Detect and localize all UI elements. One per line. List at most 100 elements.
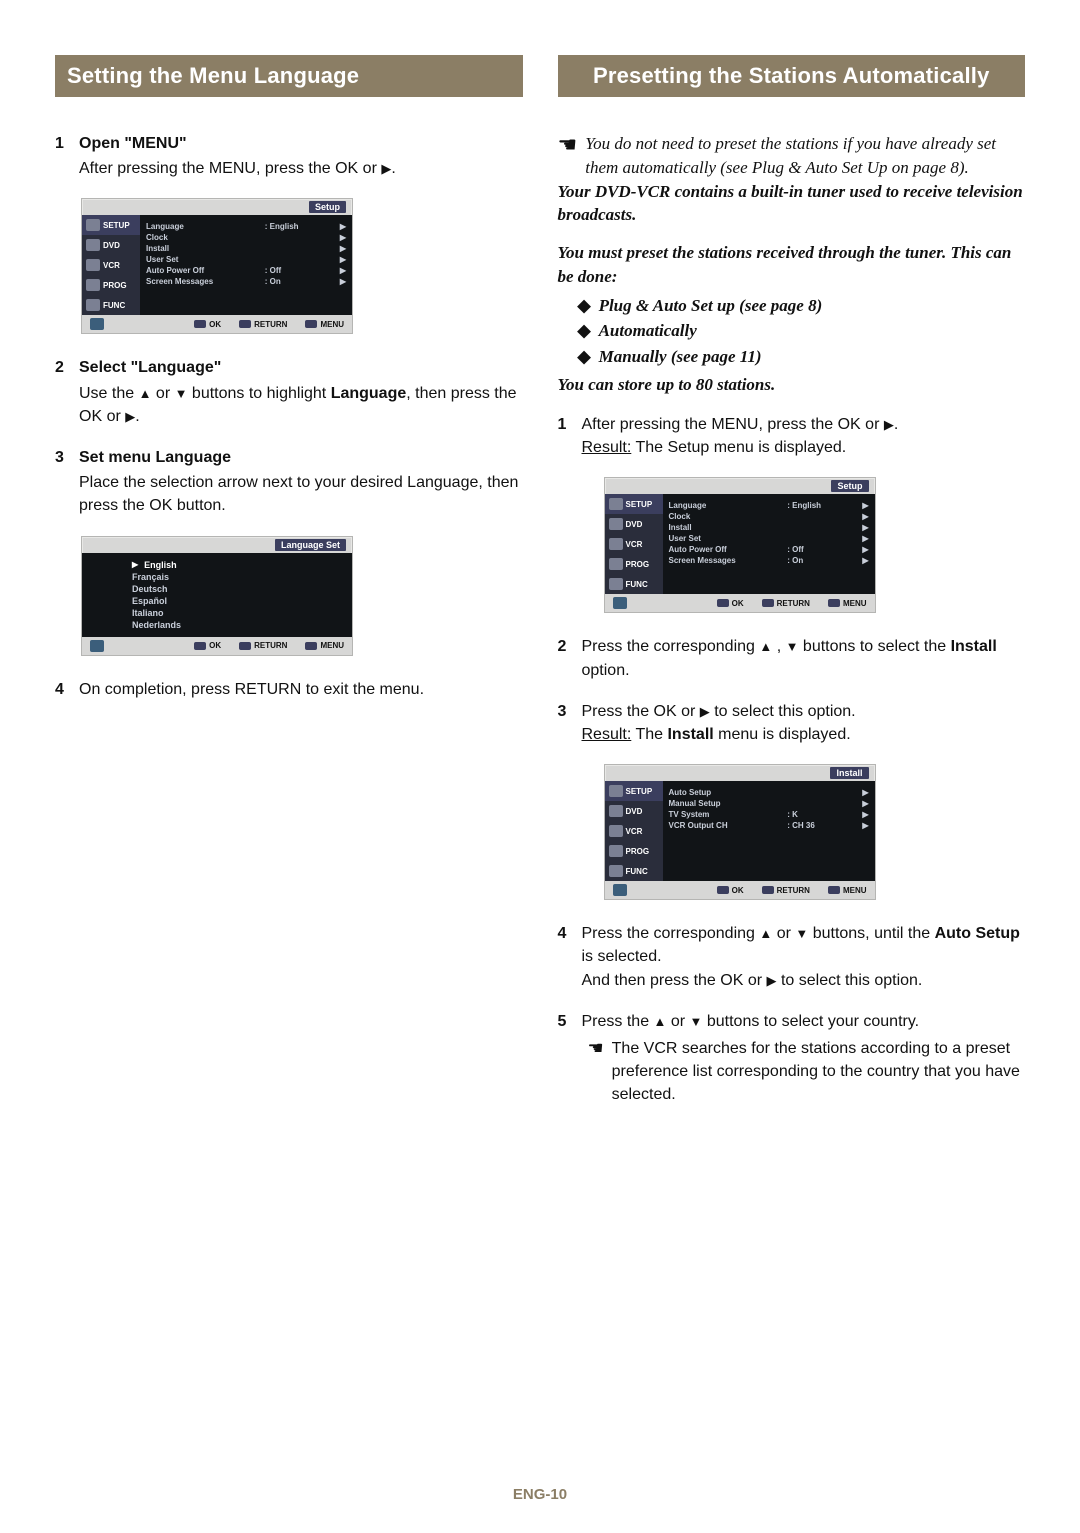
osd-footer: OK RETURN MENU xyxy=(605,881,875,899)
text: And then press the OK or xyxy=(582,972,767,989)
osd-main: Auto Setup▶ Manual Setup▶ TV System: K▶ … xyxy=(663,781,875,881)
manual-page: Setting the Menu Language 1 Open "MENU" … xyxy=(0,0,1080,1533)
osd-title-bar: Install xyxy=(605,765,875,781)
label: User Set xyxy=(146,255,265,264)
label: English xyxy=(144,560,177,570)
return-icon xyxy=(762,599,774,607)
step-number: 2 xyxy=(55,356,79,428)
menu-icon xyxy=(828,886,840,894)
text: buttons to highlight xyxy=(187,385,330,402)
step-number: 1 xyxy=(558,413,582,459)
step-heading: Open "MENU" xyxy=(79,132,523,155)
text: . xyxy=(135,408,139,425)
osd-menu: MENU xyxy=(305,320,344,329)
osd-tab-label: Install xyxy=(830,767,868,779)
tape-icon xyxy=(609,538,623,550)
label: OK xyxy=(732,599,744,608)
label: FUNC xyxy=(103,301,125,310)
label: TV System xyxy=(669,810,788,819)
r-step-1: 1 After pressing the MENU, press the OK … xyxy=(558,413,1026,459)
text: to select this option. xyxy=(777,972,923,989)
text: Use the xyxy=(79,385,139,402)
ok-icon xyxy=(194,320,206,328)
label: MENU xyxy=(843,886,867,895)
arrow-icon: ▶ xyxy=(859,810,869,819)
value: : On xyxy=(265,277,336,286)
label: Screen Messages xyxy=(669,556,788,565)
label: VCR xyxy=(103,261,120,270)
osd-row: Screen Messages: On▶ xyxy=(669,555,869,566)
osd-side-setup: SETUP xyxy=(82,215,140,235)
gear-icon xyxy=(609,498,623,510)
label: Install xyxy=(146,244,265,253)
text: After pressing the MENU, press the OK or xyxy=(79,160,381,177)
tape-icon xyxy=(609,825,623,837)
osd-side-prog: PROG xyxy=(605,554,663,574)
label: RETURN xyxy=(777,599,810,608)
arrow-icon: ▶ xyxy=(336,266,346,275)
right-arrow-icon: ▶ xyxy=(381,160,391,179)
brand-icon xyxy=(613,597,627,609)
label: VCR Output CH xyxy=(669,821,788,830)
label: MENU xyxy=(320,320,344,329)
menu-icon xyxy=(828,599,840,607)
osd-language-screenshot: Language Set English Français Deutsch Es… xyxy=(81,536,353,656)
osd-lang-row: Nederlands xyxy=(132,619,346,631)
osd-tab-label: Setup xyxy=(831,480,868,492)
text: The Setup menu is displayed. xyxy=(631,439,846,456)
brand-icon xyxy=(90,318,104,330)
step-body: Press the OK or ▶ to select this option.… xyxy=(582,700,1026,746)
step-number: 4 xyxy=(55,678,79,701)
func-icon xyxy=(86,299,100,311)
text: Press the corresponding xyxy=(582,638,760,655)
step-body: On completion, press RETURN to exit the … xyxy=(79,678,523,701)
osd-row: Install▶ xyxy=(146,243,346,254)
arrow-icon: ▶ xyxy=(859,545,869,554)
r-step-4: 4 Press the corresponding ▲ or ▼ buttons… xyxy=(558,922,1026,992)
step-3: 3 Set menu Language Place the selection … xyxy=(55,446,523,518)
text: After pressing the MENU, press the OK or xyxy=(582,416,884,433)
return-icon xyxy=(239,642,251,650)
text: Press the xyxy=(582,1013,654,1030)
osd-lang-row: Français xyxy=(132,571,346,583)
label: OK xyxy=(732,886,744,895)
two-column-layout: Setting the Menu Language 1 Open "MENU" … xyxy=(55,55,1025,1107)
osd-side-dvd: DVD xyxy=(82,235,140,255)
text: option. xyxy=(582,662,630,679)
osd-main: English Français Deutsch Español Italian… xyxy=(82,553,352,637)
lead-block: ☚ You do not need to preset the stations… xyxy=(558,132,1026,397)
bullet: Plug & Auto Set up (see page 8) xyxy=(578,293,1026,319)
label: SETUP xyxy=(626,500,653,509)
r-step-2: 2 Press the corresponding ▲ , ▼ buttons … xyxy=(558,635,1026,681)
arrow-icon: ▶ xyxy=(336,233,346,242)
osd-row: User Set▶ xyxy=(669,533,869,544)
osd-side-vcr: VCR xyxy=(605,534,663,554)
arrow-icon: ▶ xyxy=(336,255,346,264)
text: to select this option. xyxy=(710,703,856,720)
step-number: 5 xyxy=(558,1010,582,1033)
osd-main: Language: English▶ Clock▶ Install▶ User … xyxy=(663,494,875,594)
step-heading: Set menu Language xyxy=(79,446,523,469)
disc-icon xyxy=(86,239,100,251)
osd-sidebar: SETUP DVD VCR PROG FUNC xyxy=(605,781,663,881)
osd-side-prog: PROG xyxy=(605,841,663,861)
osd-setup-screenshot: Setup SETUP DVD VCR PROG FUNC Language: … xyxy=(81,198,353,334)
osd-row: TV System: K▶ xyxy=(669,809,869,820)
osd-tab-label: Language Set xyxy=(275,539,346,551)
osd-sidebar: SETUP DVD VCR PROG FUNC xyxy=(605,494,663,594)
arrow-icon: ▶ xyxy=(336,277,346,286)
bold-text: Install xyxy=(667,726,713,743)
step-4: 4 On completion, press RETURN to exit th… xyxy=(55,678,523,701)
osd-ok: OK xyxy=(194,320,221,329)
label: RETURN xyxy=(254,641,287,650)
osd-ok: OK xyxy=(717,886,744,895)
arrow-icon: ▶ xyxy=(859,501,869,510)
right-arrow-icon: ▶ xyxy=(884,416,894,435)
osd-ok: OK xyxy=(717,599,744,608)
osd-row: Auto Power Off: Off▶ xyxy=(146,265,346,276)
step-body: Press the corresponding ▲ , ▼ buttons to… xyxy=(582,635,1026,681)
osd-row: Clock▶ xyxy=(146,232,346,243)
osd-side-vcr: VCR xyxy=(605,821,663,841)
bold-italic-note: Your DVD-VCR contains a built-in tuner u… xyxy=(558,182,1023,225)
osd-row: Screen Messages: On▶ xyxy=(146,276,346,287)
